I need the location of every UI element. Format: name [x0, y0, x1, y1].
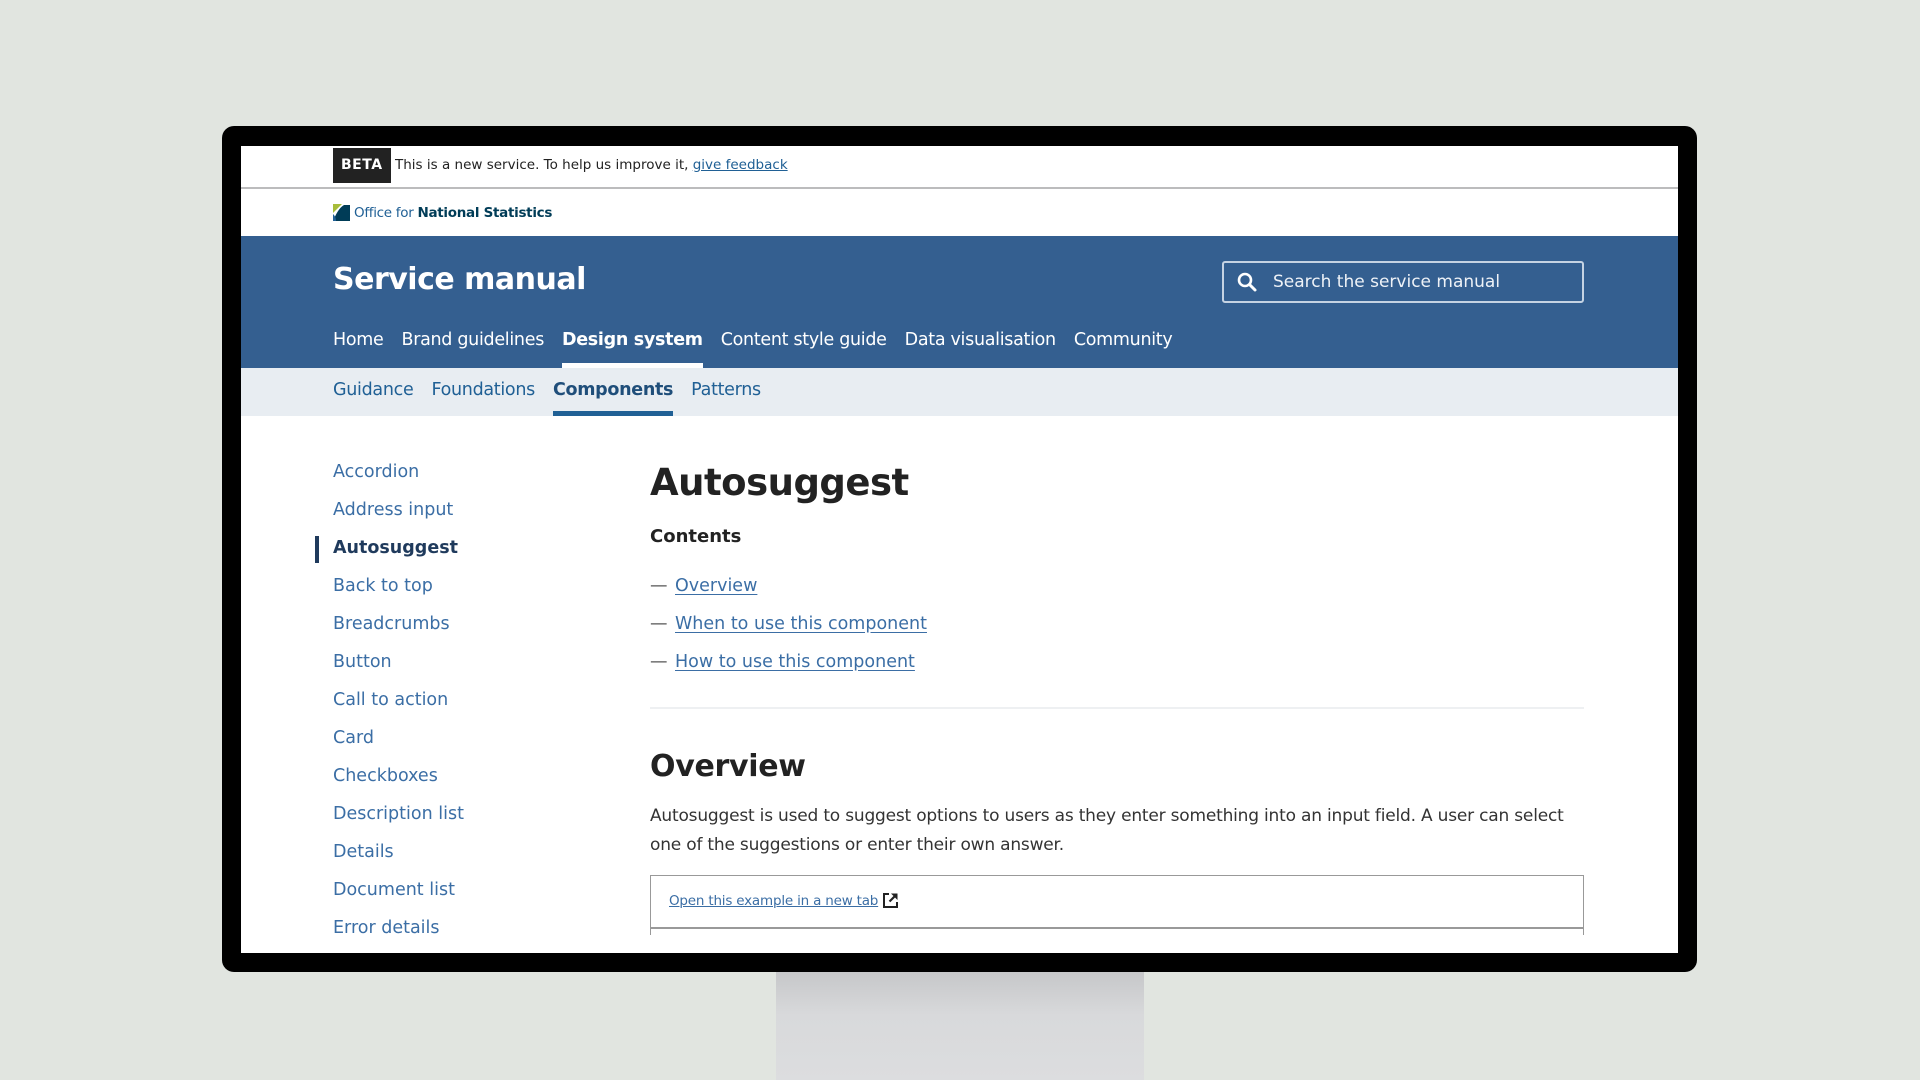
- section-divider: [650, 707, 1584, 709]
- main-content: Autosuggest Contents — Overview — When to …: [650, 461, 1584, 935]
- sidebar-item-document-list[interactable]: Document list: [333, 878, 593, 916]
- sidebar-item-autosuggest[interactable]: Autosuggest: [315, 536, 593, 574]
- nav-item-data-visualisation[interactable]: Data visualisation: [896, 328, 1065, 368]
- open-example-link-wrapper: Open this example in a new tab: [669, 892, 899, 909]
- search-icon: [1237, 272, 1257, 292]
- sidebar-item-error-details[interactable]: Error details: [333, 916, 593, 953]
- sidebar-item-call-to-action[interactable]: Call to action: [333, 688, 593, 726]
- beta-text: This is a new service. To help us improv…: [395, 157, 788, 173]
- nav-item-content-style-guide[interactable]: Content style guide: [712, 328, 896, 368]
- toc-dash: —: [650, 614, 668, 634]
- logo-text: Office for National Statistics: [354, 205, 552, 221]
- sidebar-item-breadcrumbs[interactable]: Breadcrumbs: [333, 612, 593, 650]
- sidebar-nav: Accordion Address input Autosuggest Back…: [315, 460, 593, 953]
- toc-link-when-to-use[interactable]: When to use this component: [675, 614, 927, 634]
- beta-message: This is a new service. To help us improv…: [395, 157, 693, 173]
- sub-nav-components[interactable]: Components: [544, 368, 682, 416]
- site-header: Service manual Search the service manual…: [241, 236, 1678, 368]
- sidebar-item-description-list[interactable]: Description list: [333, 802, 593, 840]
- overview-heading: Overview: [650, 749, 806, 784]
- external-link-icon[interactable]: [882, 892, 899, 909]
- nav-item-home[interactable]: Home: [333, 328, 392, 368]
- toc-item: — Overview: [650, 567, 1584, 605]
- table-of-contents: — Overview — When to use this component — H…: [650, 567, 1584, 681]
- beta-banner: BETA This is a new service. To help us i…: [241, 146, 1678, 189]
- overview-text: Autosuggest is used to suggest options t…: [650, 806, 1564, 855]
- site-title[interactable]: Service manual: [333, 262, 586, 297]
- sidebar-item-checkboxes[interactable]: Checkboxes: [333, 764, 593, 802]
- ons-logo-icon: [333, 204, 350, 221]
- toc-item: — How to use this component: [650, 643, 1584, 681]
- nav-item-community[interactable]: Community: [1065, 328, 1182, 368]
- open-example-link[interactable]: Open this example in a new tab: [669, 893, 878, 909]
- search-placeholder: Search the service manual: [1273, 272, 1501, 292]
- sidebar-item-details[interactable]: Details: [333, 840, 593, 878]
- logo-bar: Office for National Statistics: [241, 191, 1678, 236]
- logo-name: National Statistics: [417, 204, 553, 221]
- toc-item: — When to use this component: [650, 605, 1584, 643]
- give-feedback-link[interactable]: give feedback: [693, 157, 788, 173]
- beta-badge: BETA: [333, 148, 391, 183]
- toc-dash: —: [650, 576, 668, 596]
- sub-nav: Guidance Foundations Components Patterns: [241, 368, 1678, 416]
- page-title: Autosuggest: [650, 461, 909, 504]
- monitor-stand: [776, 972, 1144, 1080]
- example-frame: Open this example in a new tab: [650, 875, 1584, 935]
- main-nav: Home Brand guidelines Design system Cont…: [333, 328, 1181, 368]
- sidebar-item-accordion[interactable]: Accordion: [333, 460, 593, 498]
- sub-nav-foundations[interactable]: Foundations: [422, 368, 544, 416]
- sub-nav-guidance[interactable]: Guidance: [333, 368, 422, 416]
- sidebar-item-button[interactable]: Button: [333, 650, 593, 688]
- screen: BETA This is a new service. To help us i…: [241, 146, 1678, 953]
- toc-link-overview[interactable]: Overview: [675, 576, 757, 596]
- sidebar-item-address-input[interactable]: Address input: [333, 498, 593, 536]
- contents-heading: Contents: [650, 526, 742, 547]
- sidebar-item-card[interactable]: Card: [333, 726, 593, 764]
- nav-item-brand-guidelines[interactable]: Brand guidelines: [392, 328, 553, 368]
- logo-prefix: Office for: [354, 204, 418, 221]
- nav-item-design-system[interactable]: Design system: [553, 328, 712, 368]
- search-input[interactable]: Search the service manual: [1222, 261, 1584, 303]
- sub-nav-patterns[interactable]: Patterns: [682, 368, 770, 416]
- sidebar-item-back-to-top[interactable]: Back to top: [333, 574, 593, 612]
- toc-dash: —: [650, 652, 668, 672]
- toc-link-how-to-use[interactable]: How to use this component: [675, 652, 915, 672]
- ons-logo[interactable]: Office for National Statistics: [333, 204, 552, 221]
